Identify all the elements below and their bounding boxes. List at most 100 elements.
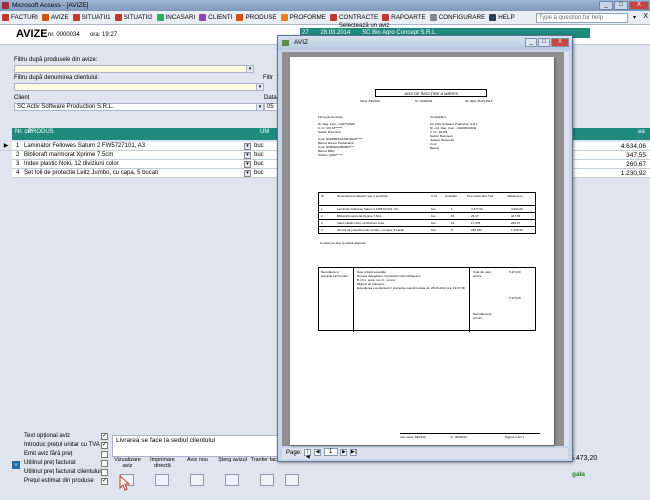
row-produs[interactable]: Index plastic Noki, 12 diviziuni color — [24, 160, 119, 169]
checkbox-text-optional[interactable]: Text opțional aviz ✓ — [24, 433, 108, 441]
client-select[interactable]: SC Activ Software Production S.R.L. ▾ — [14, 103, 264, 111]
aviz-window-title: AVIZ — [294, 39, 308, 46]
chevron-down-icon[interactable]: ▾ — [256, 104, 263, 110]
menu-item-contracte[interactable]: CONTRACTE — [329, 14, 378, 21]
checkbox-pret-tva[interactable]: Introduc prețul unitar cu TVA ✓ — [24, 442, 108, 450]
document-number: nr. 0000034 — [48, 32, 80, 38]
checkbox[interactable] — [101, 469, 108, 476]
filter-client-input[interactable]: ▾ — [14, 83, 264, 91]
table-row[interactable]: 2 Biblioraft marmorat Xprime 7.5cm ▾ buc — [12, 151, 278, 160]
chevron-down-icon[interactable]: ▾ — [244, 152, 251, 159]
doc-table-row: 3 Index plastic Noki, 12 diviziuni color… — [318, 220, 536, 227]
last-page-button[interactable]: ▶| — [350, 448, 358, 456]
cumparator-block: Cumpărător: SC Activ Software Production… — [430, 115, 530, 150]
row-value[interactable]: 347,55 — [568, 151, 650, 160]
checkbox[interactable]: ✓ — [101, 442, 108, 449]
doc-cell: 17,378 — [471, 221, 481, 225]
menu-item-proforme[interactable]: PROFORME — [280, 14, 326, 21]
table-row[interactable]: 1 Laminator Fellowes Saturn 2 FW5727101,… — [12, 142, 278, 151]
report-preview-pane[interactable]: AVIZ DE ÎNSOȚIRE A MĂRFII Seria: DEVIOA … — [282, 52, 568, 446]
chevron-down-icon[interactable]: ▾ — [256, 84, 263, 90]
doc-cell: 4.377,03 — [471, 207, 483, 211]
menu-icon — [72, 14, 80, 21]
aviz-minimize-button[interactable]: _ — [525, 38, 537, 47]
checkbox-pret-estimat[interactable]: Prețul estimat din produse ✓ — [24, 478, 108, 486]
menu-item-help[interactable]: HELP — [489, 14, 515, 21]
row-um[interactable]: buc — [254, 160, 264, 169]
prev-page-button[interactable]: ◀ — [314, 448, 322, 456]
menu-item-incasari[interactable]: INCASARI — [156, 14, 195, 21]
exit-button[interactable]: Ieșire — [275, 457, 310, 497]
print-button[interactable]: Imprimare directă — [145, 457, 180, 497]
menu-item-label: PRODUSE — [245, 14, 277, 21]
aviz-maximize-button[interactable]: □ — [538, 38, 550, 47]
chevron-down-icon[interactable]: ▾ — [244, 161, 251, 168]
checkbox[interactable]: ✓ — [101, 433, 108, 440]
doc-cell: 4.634,06 — [511, 207, 523, 211]
furnizor-line: Sediul: Bucuresti — [318, 130, 341, 134]
checkbox[interactable] — [101, 451, 108, 458]
row-produs[interactable]: Set foli de protectie Leitz Jumbo, cu ca… — [24, 169, 158, 178]
report-page: AVIZ DE ÎNSOȚIRE A MĂRFII Seria: DEVIOA … — [290, 57, 554, 445]
menu-item-clienti[interactable]: CLIENTI — [199, 14, 232, 21]
row-value[interactable]: 4.634,06 — [568, 142, 650, 151]
row-value[interactable]: 260,67 — [568, 160, 650, 169]
chevron-down-icon[interactable]: ▾ — [244, 143, 251, 150]
page-number-input[interactable]: 1 — [323, 448, 338, 457]
doc-total-value: 5.473,20 — [509, 270, 521, 274]
menu-item-produse[interactable]: PRODUSE — [236, 14, 277, 21]
checkbox[interactable] — [101, 460, 108, 467]
close-button[interactable]: X — [629, 1, 649, 10]
menu-item-situatii2[interactable]: SITUATII2 — [114, 14, 153, 21]
minimize-button[interactable]: _ — [599, 1, 613, 10]
doc-date: din data: 05.03.2014 — [465, 99, 493, 103]
row-value[interactable]: 1.230,92 — [568, 169, 650, 178]
menu-item-label: SITUATII2 — [123, 14, 153, 21]
row-um[interactable]: buc — [254, 142, 264, 151]
row-nr: 1 — [16, 143, 20, 149]
collapse-icon[interactable]: « — [12, 461, 20, 469]
menu-item-configurare[interactable]: CONFIGURARE — [429, 14, 485, 21]
checkbox-label: Emit aviz fără preț — [24, 451, 73, 457]
date-field[interactable]: 05 — [264, 103, 278, 111]
table-row[interactable]: 3 Index plastic Noki, 12 diviziuni color… — [12, 160, 278, 169]
note-textarea[interactable]: Livrarea se face la sediul clientului — [112, 435, 282, 457]
row-produs[interactable]: Biblioraft marmorat Xprime 7.5cm — [24, 151, 113, 160]
checkbox-fara-pret[interactable]: Emit aviz fără preț — [24, 451, 108, 459]
row-produs[interactable]: Laminator Fellowes Saturn 2 FW5727101, A… — [24, 142, 145, 151]
menu-item-avize[interactable]: AVIZE — [41, 14, 69, 21]
checkbox-label: Text opțional aviz — [24, 433, 71, 439]
aviz-window-titlebar: AVIZ _ □ X — [278, 36, 572, 50]
chevron-down-icon[interactable]: ▾ — [246, 66, 253, 72]
aviz-close-button[interactable]: X — [551, 38, 569, 47]
doc-col: Denumirea produselor sau a serviciilor — [337, 194, 389, 198]
document-time: ora: 19:27 — [90, 32, 118, 38]
vertical-scrollbar[interactable] — [564, 52, 569, 446]
next-page-button[interactable]: ▶ — [340, 448, 348, 456]
row-um[interactable]: buc — [254, 151, 264, 160]
menu-item-situatii1[interactable]: SITUATII1 — [72, 14, 111, 21]
checkbox-ultimul-pret-client[interactable]: Utilinul preț facturat clientului — [24, 469, 108, 477]
checkbox-label: Prețul estimat din produse — [24, 478, 94, 484]
doc-col: Pret unitar fara TVA — [467, 194, 494, 198]
help-search-input[interactable]: Type a question for help — [536, 13, 628, 23]
row-selector-arrow[interactable]: ▶ — [0, 142, 12, 151]
mouse-pointer-icon — [119, 475, 131, 491]
chevron-down-icon[interactable]: ▾ — [244, 170, 251, 177]
checkbox-ultimul-pret[interactable]: Utilinul preț facturat — [24, 460, 108, 468]
checkbox[interactable]: ✓ — [101, 478, 108, 485]
new-aviz-button[interactable]: Aviz nou — [180, 457, 215, 497]
chevron-down-icon[interactable]: ▾ — [633, 14, 636, 21]
cumparator-line: Banca: — [430, 146, 440, 150]
delete-aviz-button[interactable]: Șterg avizul — [215, 457, 250, 497]
menu-item-rapoarte[interactable]: RAPOARTE — [382, 14, 426, 21]
mdi-close-icon[interactable]: X — [643, 13, 648, 20]
first-page-button[interactable]: |◀ — [304, 448, 312, 459]
doc-cell: 15 — [451, 214, 455, 218]
table-row[interactable]: 4 Set foli de protectie Leitz Jumbo, cu … — [12, 169, 278, 178]
maximize-button[interactable]: □ — [614, 1, 628, 10]
doc-cell: 246,184 — [471, 228, 482, 232]
row-um[interactable]: buc — [254, 169, 264, 178]
filter-product-input[interactable]: ▾ — [14, 65, 254, 73]
menu-item-facturi[interactable]: FACTURI — [2, 14, 38, 21]
